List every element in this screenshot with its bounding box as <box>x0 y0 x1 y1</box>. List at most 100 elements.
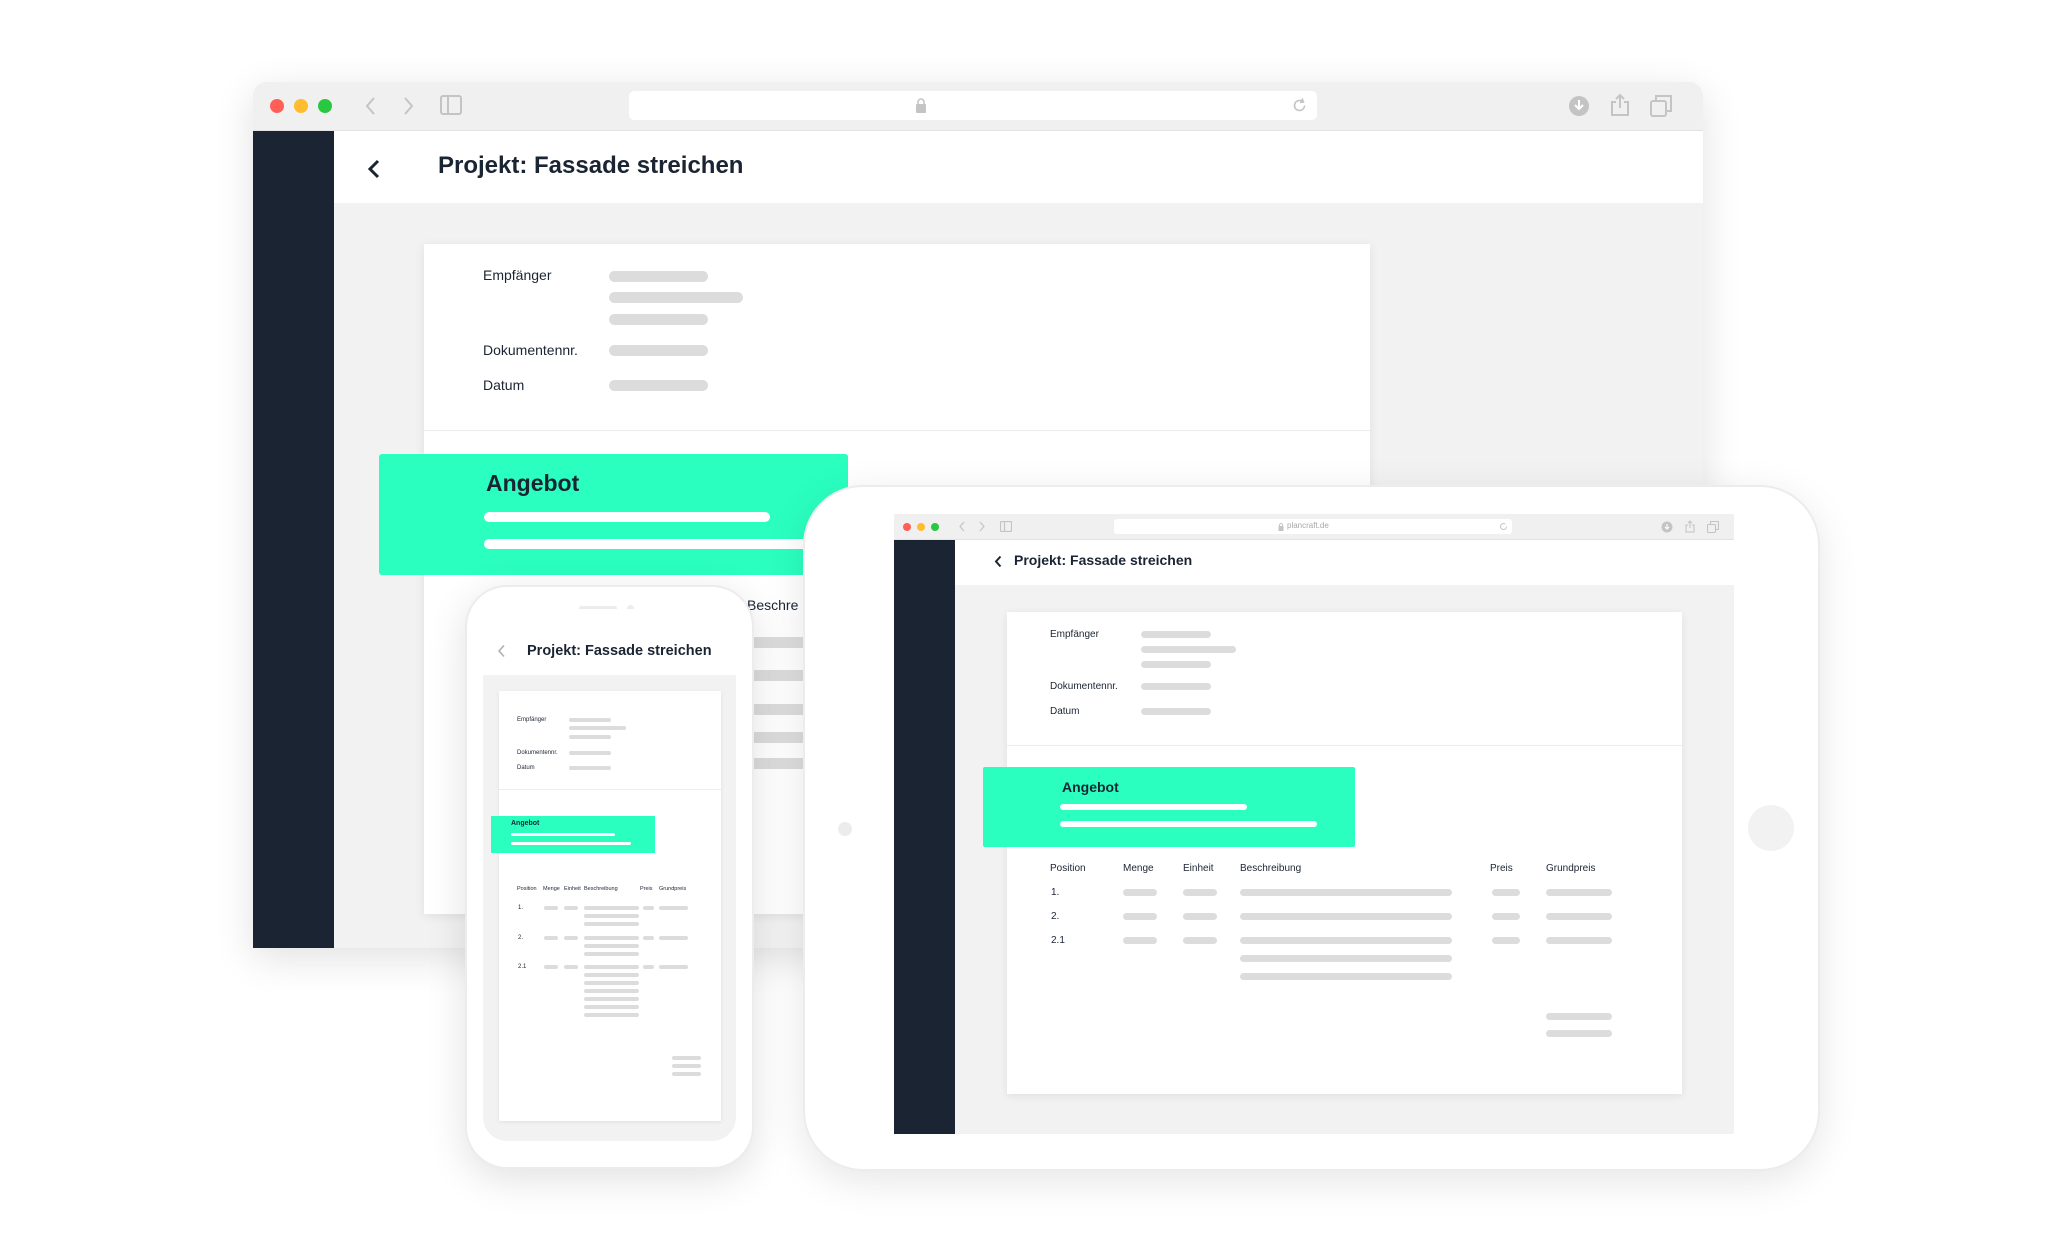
cell-placeholder <box>1183 889 1217 896</box>
zoom-window-button[interactable] <box>318 99 332 113</box>
desc-line <box>747 704 807 715</box>
col-header-grundpreis: Grundpreis <box>659 886 687 892</box>
home-button[interactable] <box>1748 805 1794 851</box>
download-icon[interactable] <box>1568 95 1590 117</box>
cell-placeholder <box>564 906 578 910</box>
share-icon[interactable] <box>1685 520 1695 533</box>
address-bar[interactable]: plancraft.de <box>1114 519 1512 534</box>
back-arrow-icon[interactable] <box>497 644 507 658</box>
page-title: Projekt: Fassade streichen <box>527 643 712 659</box>
row-position-2: 2. <box>1051 911 1060 922</box>
offer-title: Angebot <box>1062 779 1119 795</box>
minimize-window-button[interactable] <box>917 523 925 531</box>
section-divider <box>1007 745 1682 746</box>
cell-placeholder <box>584 981 639 985</box>
back-arrow-icon[interactable] <box>367 158 381 180</box>
forward-chevron-icon[interactable] <box>401 96 415 116</box>
cell-placeholder <box>1240 955 1452 962</box>
download-icon[interactable] <box>1661 521 1673 533</box>
cell-placeholder <box>1240 973 1452 980</box>
cell-placeholder <box>1240 889 1452 896</box>
recipient-line-3 <box>1141 661 1211 668</box>
close-window-button[interactable] <box>270 99 284 113</box>
browser-toolbar: plancraft.de <box>894 514 1734 540</box>
col-header-einheit: Einheit <box>1183 863 1214 874</box>
recipient-line-3 <box>609 314 708 325</box>
tabs-icon[interactable] <box>1707 521 1719 533</box>
recipient-line-1 <box>1141 631 1211 638</box>
cell-placeholder <box>659 906 688 910</box>
sidebar-toggle-icon[interactable] <box>1000 521 1012 532</box>
row-position-1: 1. <box>1051 887 1060 898</box>
cell-placeholder <box>1183 937 1217 944</box>
cell-placeholder <box>584 973 639 977</box>
section-divider <box>499 789 721 790</box>
app-header <box>483 609 736 675</box>
address-bar[interactable] <box>629 91 1317 120</box>
offer-line-2 <box>1060 821 1317 827</box>
cell-placeholder <box>544 906 558 910</box>
recipient-label: Empfänger <box>483 267 552 283</box>
back-chevron-icon[interactable] <box>364 96 378 116</box>
cell-placeholder <box>584 965 639 969</box>
desc-line <box>747 732 807 743</box>
reload-icon[interactable] <box>1292 98 1307 113</box>
cell-placeholder <box>544 965 558 969</box>
recipient-label: Empfänger <box>517 717 547 723</box>
tablet-device: plancraft.de Projekt: Fassade streichen … <box>803 485 1820 1171</box>
desc-line <box>747 670 807 681</box>
minimize-window-button[interactable] <box>294 99 308 113</box>
cell-placeholder <box>564 936 578 940</box>
share-icon[interactable] <box>1610 93 1630 117</box>
doc-number-value <box>609 345 708 356</box>
cell-placeholder <box>1492 937 1520 944</box>
recipient-line-1 <box>569 718 611 722</box>
offer-line-2 <box>484 539 824 549</box>
cell-placeholder <box>1492 913 1520 920</box>
tablet-screen: plancraft.de Projekt: Fassade streichen … <box>894 514 1734 1134</box>
phone-screen: Projekt: Fassade streichen Empfänger Dok… <box>483 609 736 1141</box>
zoom-window-button[interactable] <box>931 523 939 531</box>
cell-placeholder <box>1240 913 1452 920</box>
cell-placeholder <box>584 922 639 926</box>
lock-icon <box>916 98 926 113</box>
sidebar-toggle-icon[interactable] <box>440 95 462 115</box>
date-value <box>1141 708 1211 715</box>
cell-placeholder <box>584 914 639 918</box>
recipient-line-2 <box>609 292 743 303</box>
row-position-3: 2.1 <box>1051 935 1065 946</box>
col-header-position: Position <box>1050 863 1086 874</box>
desc-line <box>747 758 807 769</box>
back-arrow-icon[interactable] <box>994 555 1002 568</box>
cell-placeholder <box>584 989 639 993</box>
offer-line-1 <box>1060 804 1247 810</box>
reload-icon[interactable] <box>1499 522 1508 531</box>
section-divider <box>424 430 1370 431</box>
cell-placeholder <box>1240 937 1452 944</box>
total-placeholder <box>1546 1013 1612 1020</box>
doc-number-value <box>569 751 611 755</box>
offer-title: Angebot <box>486 470 580 496</box>
close-window-button[interactable] <box>903 523 911 531</box>
col-header-beschreibung: Beschreibung <box>1240 863 1302 874</box>
doc-number-value <box>1141 683 1211 690</box>
cell-placeholder <box>1123 913 1157 920</box>
page-title: Projekt: Fassade streichen <box>1014 552 1193 568</box>
recipient-line-2 <box>1141 646 1236 653</box>
tabs-icon[interactable] <box>1650 95 1672 117</box>
cell-placeholder <box>643 906 654 910</box>
page-title: Projekt: Fassade streichen <box>438 152 744 179</box>
col-header-menge: Menge <box>1123 863 1154 874</box>
col-header-position: Position <box>517 886 537 892</box>
cell-placeholder <box>659 936 688 940</box>
cell-placeholder <box>584 944 639 948</box>
url-text: plancraft.de <box>1287 521 1329 530</box>
forward-chevron-icon[interactable] <box>978 521 986 532</box>
doc-number-label: Dokumentennr. <box>483 342 578 358</box>
lock-icon <box>1278 523 1284 531</box>
back-chevron-icon[interactable] <box>958 521 966 532</box>
app-sidebar <box>894 540 955 1134</box>
row-position-3: 2.1 <box>518 964 527 970</box>
offer-line-2 <box>511 842 631 845</box>
recipient-label: Empfänger <box>1050 629 1099 640</box>
